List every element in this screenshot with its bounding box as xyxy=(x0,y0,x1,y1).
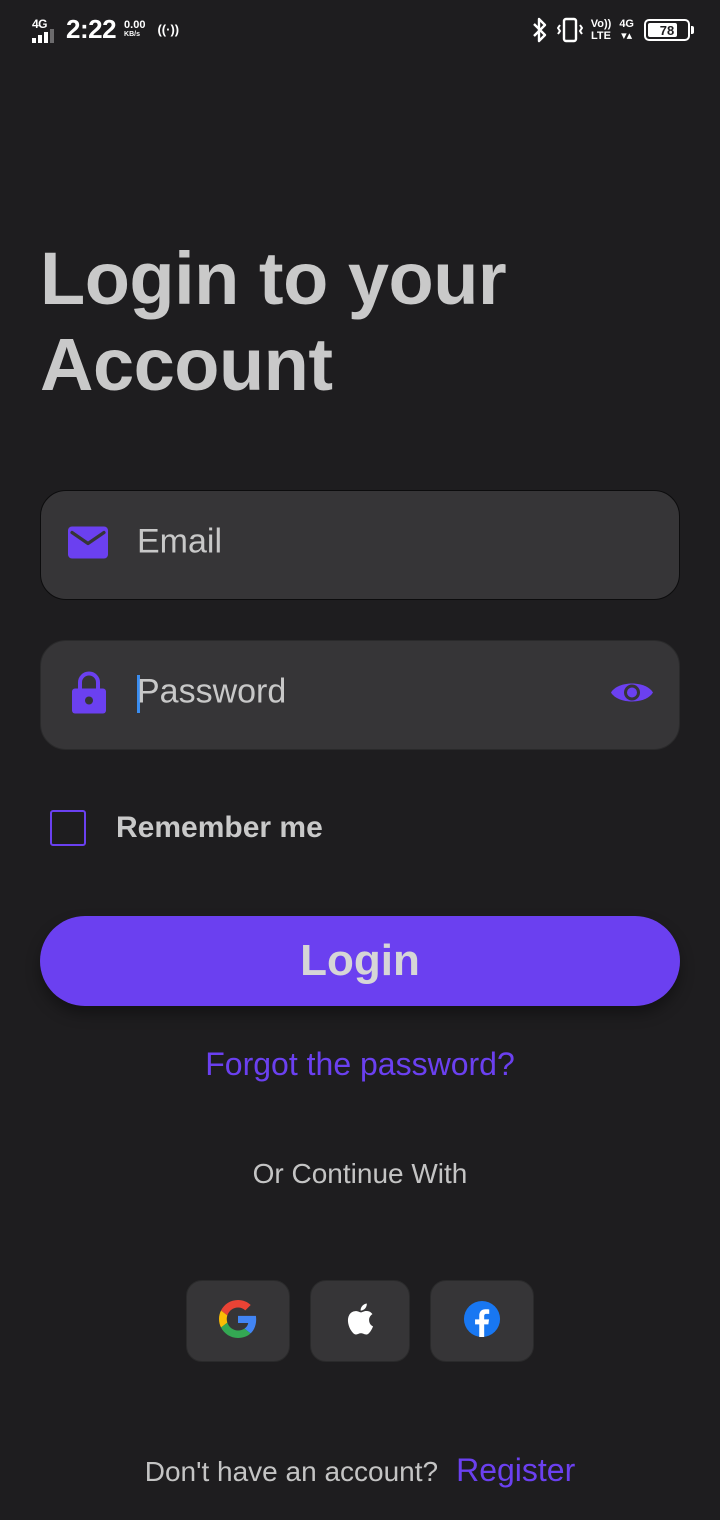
net-type: 4G xyxy=(619,18,634,30)
password-placeholder: Password xyxy=(137,672,287,711)
battery-icon: 78 xyxy=(644,19,694,41)
forgot-password-link[interactable]: Forgot the password? xyxy=(0,1046,720,1083)
google-login-button[interactable] xyxy=(186,1280,290,1362)
no-account-text: Don't have an account? xyxy=(144,1456,439,1487)
lock-icon xyxy=(71,671,107,720)
signal-icon: 4G xyxy=(30,15,60,45)
page-title: Login to your Account xyxy=(40,236,680,408)
data-icon: 4G ▾▴ xyxy=(619,18,634,42)
volte-icon: Vo)) LTE xyxy=(591,18,612,42)
remember-checkbox[interactable] xyxy=(50,810,86,846)
data-arrows-icon: ▾▴ xyxy=(621,30,633,42)
eye-icon[interactable] xyxy=(609,678,655,713)
mail-icon xyxy=(67,526,109,565)
continue-with-label: Or Continue With xyxy=(252,1158,468,1189)
remember-label: Remember me xyxy=(116,811,323,844)
google-icon xyxy=(219,1299,257,1343)
login-button[interactable]: Login xyxy=(40,916,680,1006)
status-right: Vo)) LTE 4G ▾▴ 78 xyxy=(531,16,694,44)
hotspot-icon: ((·)) xyxy=(157,22,180,37)
apple-login-button[interactable] xyxy=(310,1280,410,1362)
email-placeholder: Email xyxy=(137,522,223,561)
vibrate-icon xyxy=(556,16,583,44)
network-speed-unit: KB/s xyxy=(124,30,140,38)
title-line-1: Login to your xyxy=(40,237,507,320)
register-prompt: Don't have an account? Register xyxy=(0,1452,720,1489)
login-screen: 4G 2:22 0.00 KB/s ((·)) Vo)) LTE 4G ▾▴ 7… xyxy=(0,0,720,1520)
bluetooth-icon xyxy=(531,16,549,44)
email-field[interactable]: Email xyxy=(40,490,680,600)
login-button-label: Login xyxy=(300,936,420,985)
status-bar: 4G 2:22 0.00 KB/s ((·)) Vo)) LTE 4G ▾▴ 7… xyxy=(0,0,720,66)
title-line-2: Account xyxy=(40,323,333,406)
battery-level: 78 xyxy=(659,22,675,38)
facebook-icon xyxy=(463,1300,501,1343)
network-speed: 0.00 KB/s xyxy=(124,18,146,39)
facebook-login-button[interactable] xyxy=(430,1280,534,1362)
volte-bottom: LTE xyxy=(591,30,611,42)
status-left: 4G 2:22 0.00 KB/s ((·)) xyxy=(30,14,179,45)
network-speed-value: 0.00 xyxy=(124,18,146,31)
apple-icon xyxy=(345,1302,375,1341)
remember-me: Remember me xyxy=(50,810,323,846)
register-link[interactable]: Register xyxy=(456,1452,575,1489)
volte-top: Vo)) xyxy=(590,18,612,30)
password-field[interactable]: Password xyxy=(40,640,680,750)
clock: 2:22 xyxy=(66,14,117,44)
